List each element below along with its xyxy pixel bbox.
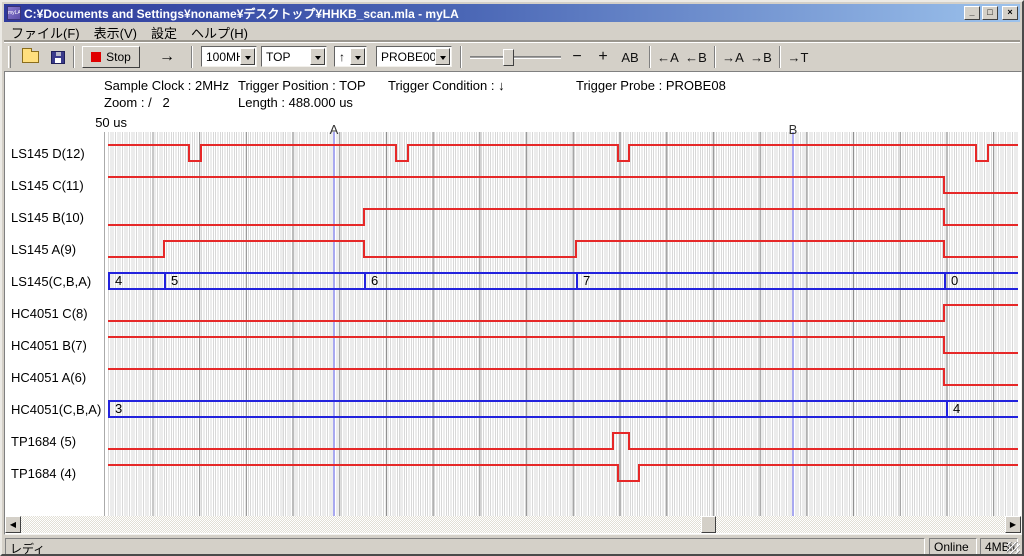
channel-trace — [108, 209, 1018, 225]
length-info: Length : 488.000 us — [238, 95, 353, 110]
bus-value: 4 — [115, 273, 122, 288]
zoom-slider-thumb[interactable] — [503, 49, 514, 66]
channel-label: LS145 D(12) — [11, 146, 85, 162]
toolbar-separator — [714, 46, 716, 68]
goto-marker-b-button[interactable]: →B — [748, 47, 774, 67]
timebase-label: 50 us — [63, 115, 127, 130]
status-bar: レディ Online 4MBit — [4, 537, 1020, 556]
channel-label: HC4051 B(7) — [11, 338, 87, 354]
scroll-right-button[interactable]: ▶ — [1005, 516, 1021, 533]
status-message: レディ — [5, 538, 925, 555]
set-marker-b-button[interactable]: ←B — [683, 47, 709, 67]
online-status-badge: Online — [929, 538, 977, 555]
menu-item-0[interactable]: ファイル(F) — [4, 22, 87, 43]
title-bar[interactable]: myLA C:¥Documents and Settings¥noname¥デス… — [4, 4, 1020, 22]
menu-item-2[interactable]: 設定 — [144, 22, 184, 43]
channel-trace — [108, 177, 1018, 193]
label-grid-divider — [104, 132, 105, 516]
bus-value: 7 — [583, 273, 590, 288]
channel-trace — [108, 465, 1018, 481]
stop-button[interactable]: Stop — [82, 46, 140, 68]
channel-trace — [108, 369, 1018, 385]
menu-item-3[interactable]: ヘルプ(H) — [184, 22, 255, 43]
trigger-condition-info: Trigger Condition : ↓ — [388, 78, 505, 93]
scroll-left-button[interactable]: ◀ — [5, 516, 21, 533]
toolbar-separator — [191, 46, 193, 68]
bus-value: 6 — [371, 273, 378, 288]
open-button[interactable] — [18, 47, 42, 67]
trigger-position-combo[interactable]: TOP — [261, 46, 327, 67]
channel-label: LS145 B(10) — [11, 210, 84, 226]
trigger-edge-value: ↑ — [339, 50, 345, 64]
waveform-grid[interactable]: 4 5 6 7 0 3 4 — [108, 132, 1018, 516]
trigger-position-info: Trigger Position : TOP — [238, 78, 366, 93]
waveform-svg: 4 5 6 7 0 3 4 — [108, 132, 1018, 516]
marker-b-label: B — [786, 122, 800, 137]
window-title: C:¥Documents and Settings¥noname¥デスクトップ¥… — [24, 5, 960, 22]
toolbar-separator — [460, 46, 462, 68]
toolbar-separator — [73, 46, 75, 68]
sample-clock-combo[interactable]: 100MHz — [201, 46, 257, 67]
minimize-button[interactable]: _ — [964, 6, 980, 20]
bus-value: 3 — [115, 401, 122, 416]
marker-a-label: A — [327, 122, 341, 137]
app-window: myLA C:¥Documents and Settings¥noname¥デス… — [0, 0, 1024, 556]
maximize-button[interactable]: □ — [982, 6, 998, 20]
chevron-down-icon[interactable] — [350, 48, 365, 65]
bus-value: 0 — [951, 273, 958, 288]
close-button[interactable]: × — [1002, 6, 1018, 20]
menu-item-1[interactable]: 表示(V) — [87, 22, 144, 43]
save-floppy-icon — [51, 51, 65, 64]
menu-bar: ファイル(F)表示(V)設定ヘルプ(H) — [4, 23, 1020, 41]
goto-marker-a-button[interactable]: →A — [720, 47, 746, 67]
channel-label: LS145(C,B,A) — [11, 274, 91, 290]
chevron-down-icon[interactable] — [240, 48, 255, 65]
zoom-in-button[interactable]: + — [592, 47, 614, 67]
trigger-position-value: TOP — [266, 50, 290, 64]
stop-label: Stop — [106, 50, 131, 64]
bus-value: 4 — [953, 401, 960, 416]
zoom-out-button[interactable]: − — [566, 47, 588, 67]
horizontal-scrollbar[interactable]: ◀ ▶ — [5, 516, 1021, 533]
waveform-client-area: Sample Clock : 2MHz Trigger Position : T… — [4, 71, 1022, 535]
zoom-slider[interactable] — [470, 56, 561, 59]
channel-label: HC4051(C,B,A) — [11, 402, 101, 418]
channel-trace — [108, 433, 1018, 449]
bus-value: 5 — [171, 273, 178, 288]
scrollbar-thumb[interactable] — [701, 516, 716, 533]
channel-trace — [108, 145, 1018, 161]
channel-trace — [108, 241, 1018, 257]
toolbar-separator — [649, 46, 651, 68]
channel-label: LS145 C(11) — [11, 178, 84, 194]
stop-icon — [91, 52, 101, 62]
channel-label: TP1684 (4) — [11, 466, 76, 482]
trigger-probe-value: PROBE00 — [381, 50, 436, 64]
toolbar: Stop → 100MHz TOP ↑ PROBE00 − + AB ←A ←B — [4, 42, 1020, 70]
channel-trace — [108, 337, 1018, 353]
open-folder-icon — [22, 51, 39, 63]
ab-span-button[interactable]: AB — [616, 47, 644, 67]
channel-label: TP1684 (5) — [11, 434, 76, 450]
channel-trace — [108, 305, 1018, 321]
goto-trigger-button[interactable]: →T — [785, 47, 811, 67]
channel-label: HC4051 A(6) — [11, 370, 86, 386]
toolbar-grip — [8, 46, 11, 68]
resize-grip[interactable] — [1007, 542, 1020, 555]
chevron-down-icon[interactable] — [310, 48, 325, 65]
zoom-info: Zoom : / 2 — [104, 95, 170, 110]
run-button[interactable]: → — [152, 46, 182, 68]
chevron-down-icon[interactable] — [435, 48, 450, 65]
toolbar-separator — [779, 46, 781, 68]
channel-label: HC4051 C(8) — [11, 306, 88, 322]
channel-label: LS145 A(9) — [11, 242, 76, 258]
trigger-edge-combo[interactable]: ↑ — [334, 46, 367, 67]
save-button[interactable] — [46, 47, 70, 67]
app-icon: myLA — [7, 6, 21, 20]
trigger-probe-info: Trigger Probe : PROBE08 — [576, 78, 726, 93]
trigger-probe-combo[interactable]: PROBE00 — [376, 46, 452, 67]
sample-clock-info: Sample Clock : 2MHz — [104, 78, 229, 93]
set-marker-a-button[interactable]: ←A — [655, 47, 681, 67]
